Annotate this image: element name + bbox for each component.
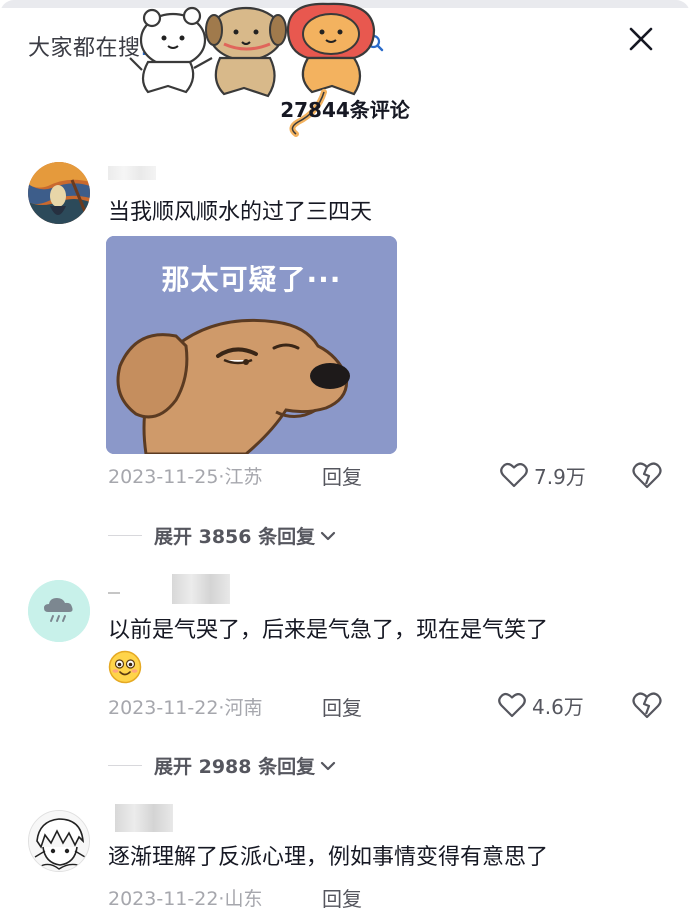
like-count: 4.6万: [532, 694, 584, 719]
avatar[interactable]: [28, 810, 90, 872]
like-button[interactable]: 4.6万: [498, 690, 584, 720]
expand-replies-button[interactable]: 展开 2988 条回复: [108, 752, 337, 779]
reply-button[interactable]: 回复: [322, 883, 362, 912]
heart-outline-icon: [500, 463, 528, 488]
comments-sheet: 大家都在搜... 27844条评论 当我顺风顺水的过了三四天 那太可疑了··· …: [0, 0, 690, 919]
reply-button[interactable]: 回复: [322, 461, 362, 490]
comments-header: 大家都在搜... 27844条评论: [0, 0, 690, 140]
broken-heart-icon[interactable]: [632, 690, 662, 720]
search-suggestion-tail: ...: [140, 36, 163, 61]
comment-text: 当我顺风顺水的过了三四天: [108, 200, 373, 225]
like-count: 7.9万: [534, 464, 586, 489]
expand-replies-button[interactable]: 展开 3856 条回复: [108, 522, 337, 549]
scream-painting-avatar-image: [28, 162, 90, 224]
avatar[interactable]: [28, 162, 90, 224]
blurred-username: [172, 574, 230, 604]
search-suggestion[interactable]: 大家都在搜...: [28, 30, 163, 62]
search-icon[interactable]: [366, 34, 384, 52]
manga-character-avatar-image: [29, 811, 89, 871]
chevron-down-icon: [321, 761, 336, 770]
search-suggestion-text: 大家都在搜: [28, 36, 141, 61]
reply-button[interactable]: 回复: [322, 692, 362, 721]
cloud-rain-avatar-icon: [28, 580, 90, 642]
blurred-username: [115, 804, 173, 832]
divider-line: [108, 535, 142, 536]
comment-text: 逐渐理解了反派心理，例如事情变得有意思了: [108, 845, 549, 870]
like-button[interactable]: 7.9万: [500, 460, 586, 490]
expand-replies-label: 展开 2988 条回复: [154, 756, 316, 778]
close-icon[interactable]: [626, 24, 656, 54]
comment-text: 以前是气哭了，后来是气急了，现在是气笑了: [108, 618, 549, 643]
smiling-face-emoji: [108, 650, 142, 684]
comment-date-location: 2023-11-22·河南: [108, 697, 263, 719]
comment-count-title: 27844条评论: [280, 98, 410, 122]
broken-heart-icon[interactable]: [632, 460, 662, 490]
comment-date-location: 2023-11-22·山东: [108, 888, 263, 910]
tan-dog-sticker: [205, 6, 287, 98]
meme-caption: 那太可疑了···: [161, 263, 342, 296]
divider-line: [108, 765, 142, 766]
chevron-down-icon: [321, 531, 336, 540]
comment-meme-image[interactable]: 那太可疑了···: [106, 236, 397, 454]
heart-outline-icon: [498, 693, 526, 718]
blurred-username: [108, 592, 120, 594]
expand-replies-label: 展开 3856 条回复: [154, 526, 316, 548]
blurred-username: [108, 166, 156, 180]
comment-date-location: 2023-11-25·江苏: [108, 466, 263, 488]
avatar[interactable]: [28, 580, 90, 642]
